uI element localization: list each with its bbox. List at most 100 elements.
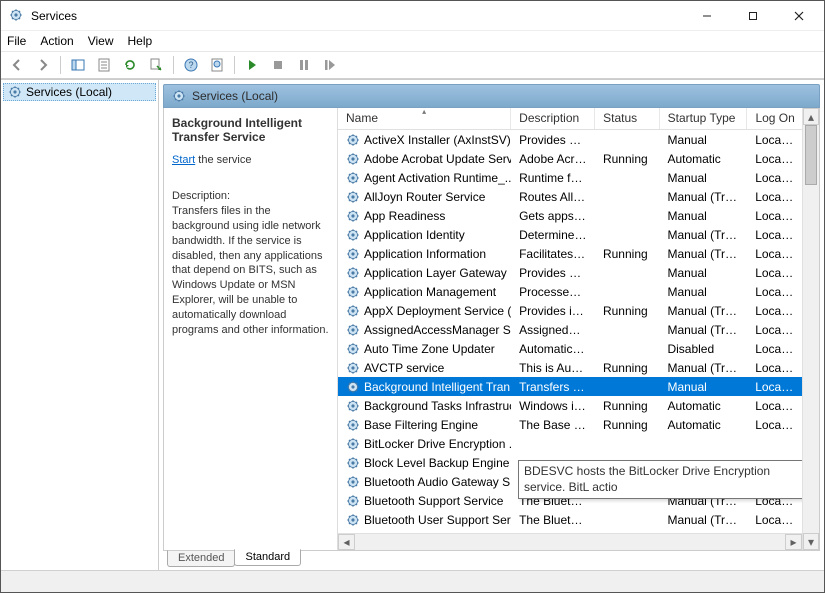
cell-name: AssignedAccessManager Se... bbox=[338, 323, 511, 337]
cell-status: Running bbox=[595, 152, 659, 166]
table-row[interactable]: Application ManagementProcesses in...Man… bbox=[338, 282, 802, 301]
column-startup[interactable]: Startup Type bbox=[660, 108, 748, 129]
app-icon bbox=[9, 8, 25, 24]
cell-description: Runtime for... bbox=[511, 171, 595, 185]
column-status[interactable]: Status bbox=[595, 108, 660, 129]
menu-file[interactable]: File bbox=[7, 34, 26, 48]
forward-button[interactable] bbox=[31, 54, 55, 76]
maximize-button[interactable] bbox=[730, 2, 776, 30]
table-row[interactable]: Auto Time Zone UpdaterAutomatica...Disab… bbox=[338, 339, 802, 358]
menu-action[interactable]: Action bbox=[40, 34, 73, 48]
minimize-button[interactable] bbox=[684, 2, 730, 30]
separator bbox=[234, 56, 235, 74]
start-service-line: Start the service bbox=[172, 154, 329, 166]
table-row[interactable]: AssignedAccessManager Se...AssignedAc...… bbox=[338, 320, 802, 339]
gear-icon bbox=[346, 456, 360, 470]
cell-logon: Local Sy bbox=[747, 133, 802, 147]
nav-tree: Services (Local) bbox=[1, 80, 159, 570]
properties-button[interactable] bbox=[92, 54, 116, 76]
cell-name-text: Bluetooth User Support Ser... bbox=[364, 513, 511, 527]
window-title: Services bbox=[31, 9, 77, 23]
help-topics-button[interactable] bbox=[205, 54, 229, 76]
cell-description: Routes AllJo... bbox=[511, 190, 595, 204]
gear-icon bbox=[346, 285, 360, 299]
column-name[interactable]: Name▴ bbox=[338, 108, 511, 129]
start-service-link[interactable]: Start bbox=[172, 154, 195, 166]
column-logon[interactable]: Log On bbox=[747, 108, 802, 129]
refresh-button[interactable] bbox=[118, 54, 142, 76]
menu-view[interactable]: View bbox=[88, 34, 114, 48]
cell-description: Processes in... bbox=[511, 285, 595, 299]
gear-icon bbox=[172, 89, 186, 103]
cell-startup: Manual (Trig... bbox=[659, 228, 747, 242]
cell-name-text: Bluetooth Support Service bbox=[364, 494, 503, 508]
cell-name: BitLocker Drive Encryption ... bbox=[338, 437, 511, 451]
table-row[interactable]: Agent Activation Runtime_...Runtime for.… bbox=[338, 168, 802, 187]
gear-icon bbox=[346, 209, 360, 223]
table-row[interactable]: Adobe Acrobat Update Serv...Adobe Acro..… bbox=[338, 149, 802, 168]
tree-node-services-local[interactable]: Services (Local) bbox=[3, 83, 156, 101]
scroll-down-icon[interactable]: ▾ bbox=[803, 533, 819, 550]
pause-service-button[interactable] bbox=[292, 54, 316, 76]
table-row[interactable]: Application IdentityDetermines ...Manual… bbox=[338, 225, 802, 244]
table-row[interactable]: Background Intelligent Tran...Transfers … bbox=[338, 377, 802, 396]
restart-service-button[interactable] bbox=[318, 54, 342, 76]
cell-startup: Disabled bbox=[659, 342, 747, 356]
table-row[interactable]: Application InformationFacilitates t...R… bbox=[338, 244, 802, 263]
show-hide-tree-button[interactable] bbox=[66, 54, 90, 76]
table-row[interactable]: Base Filtering EngineThe Base Fil...Runn… bbox=[338, 415, 802, 434]
cell-name-text: Application Information bbox=[364, 247, 486, 261]
cell-description: The Bluetoo... bbox=[511, 513, 595, 527]
table-row[interactable]: App ReadinessGets apps re...ManualLocal … bbox=[338, 206, 802, 225]
gear-icon bbox=[346, 494, 360, 508]
table-row[interactable]: AVCTP serviceThis is Audi...RunningManua… bbox=[338, 358, 802, 377]
vscroll-thumb[interactable] bbox=[805, 125, 817, 185]
cell-logon: Local Sy bbox=[747, 304, 802, 318]
cell-name: Application Information bbox=[338, 247, 511, 261]
tab-extended[interactable]: Extended bbox=[167, 550, 235, 567]
services-table: Name▴ Description Status Startup Type Lo… bbox=[338, 108, 819, 550]
cell-name-text: Agent Activation Runtime_... bbox=[364, 171, 511, 185]
tab-standard[interactable]: Standard bbox=[234, 549, 301, 566]
cell-startup: Manual bbox=[659, 171, 747, 185]
cell-description: Provides inf... bbox=[511, 304, 595, 318]
cell-name-text: AVCTP service bbox=[364, 361, 444, 375]
column-description[interactable]: Description bbox=[511, 108, 595, 129]
cell-name: App Readiness bbox=[338, 209, 511, 223]
scroll-right-icon[interactable]: ▸ bbox=[785, 534, 802, 550]
table-row[interactable]: ActiveX Installer (AxInstSV)Provides Us.… bbox=[338, 130, 802, 149]
horizontal-scrollbar[interactable]: ◂ ▸ bbox=[338, 533, 802, 550]
vertical-scrollbar[interactable]: ▴ ▾ bbox=[802, 108, 819, 550]
vscroll-track[interactable] bbox=[803, 125, 819, 533]
cell-status: Running bbox=[595, 399, 659, 413]
table-row[interactable]: Application Layer Gateway ...Provides su… bbox=[338, 263, 802, 282]
start-service-suffix: the service bbox=[195, 154, 251, 166]
table-row[interactable]: AllJoyn Router ServiceRoutes AllJo...Man… bbox=[338, 187, 802, 206]
cell-logon: Local Sy bbox=[747, 399, 802, 413]
cell-name-text: App Readiness bbox=[364, 209, 445, 223]
table-row[interactable]: AppX Deployment Service (...Provides inf… bbox=[338, 301, 802, 320]
start-service-button[interactable] bbox=[240, 54, 264, 76]
tree-node-label: Services (Local) bbox=[26, 85, 112, 99]
toolbar: ? bbox=[1, 51, 824, 79]
cell-name: Adobe Acrobat Update Serv... bbox=[338, 152, 511, 166]
gear-icon bbox=[346, 133, 360, 147]
cell-startup: Manual bbox=[659, 266, 747, 280]
scroll-up-icon[interactable]: ▴ bbox=[803, 108, 819, 125]
help-button[interactable]: ? bbox=[179, 54, 203, 76]
close-button[interactable] bbox=[776, 2, 822, 30]
stop-service-button[interactable] bbox=[266, 54, 290, 76]
table-row[interactable]: Background Tasks Infrastruc...Windows in… bbox=[338, 396, 802, 415]
gear-icon bbox=[346, 304, 360, 318]
back-button[interactable] bbox=[5, 54, 29, 76]
hscroll-track[interactable] bbox=[355, 534, 785, 550]
menu-help[interactable]: Help bbox=[128, 34, 153, 48]
table-row[interactable]: BitLocker Drive Encryption ... bbox=[338, 434, 802, 453]
cell-description: Determines ... bbox=[511, 228, 595, 242]
cell-startup: Manual (Trig... bbox=[659, 247, 747, 261]
table-row[interactable]: Bluetooth User Support Ser...The Bluetoo… bbox=[338, 510, 802, 529]
export-button[interactable] bbox=[144, 54, 168, 76]
cell-name-text: BitLocker Drive Encryption ... bbox=[364, 437, 511, 451]
cell-startup: Manual (Trig... bbox=[659, 304, 747, 318]
scroll-left-icon[interactable]: ◂ bbox=[338, 534, 355, 550]
